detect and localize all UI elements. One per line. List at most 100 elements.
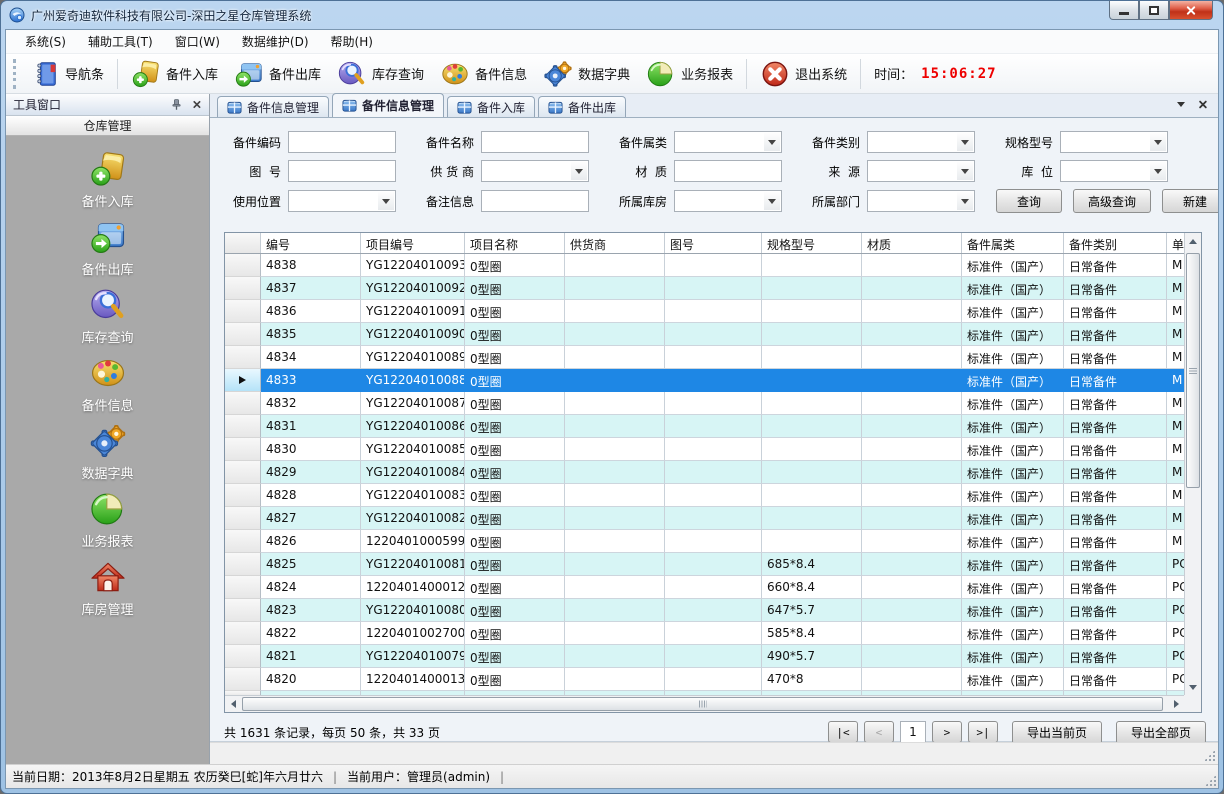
table-row[interactable]: 4833YG122040100880型圈标准件（国产）日常备件M (225, 369, 1202, 392)
table-row[interactable]: 4829YG122040100840型圈标准件（国产）日常备件M (225, 461, 1202, 484)
menu-item-0[interactable]: 系统(S) (14, 30, 77, 53)
row-selector-cell[interactable] (225, 277, 261, 300)
first-page-button[interactable]: |< (828, 721, 858, 743)
tab-3[interactable]: 备件出库 (538, 96, 626, 117)
new-button[interactable]: 新建 (1162, 189, 1219, 213)
tab-close-icon[interactable] (1198, 100, 1208, 110)
sidebar-item-stock-query[interactable]: 库存查询 (48, 286, 168, 354)
pin-icon[interactable] (170, 98, 183, 111)
close-button[interactable] (1169, 1, 1213, 20)
table-row[interactable]: 4838YG122040100930型圈标准件（国产）日常备件M (225, 254, 1202, 277)
resize-grip-icon[interactable] (1204, 750, 1215, 761)
toolbar-item-navbar[interactable]: 导航条 (22, 56, 112, 92)
last-page-button[interactable]: >| (968, 721, 998, 743)
maximize-button[interactable] (1139, 1, 1169, 20)
row-selector-cell[interactable] (225, 576, 261, 599)
toolbar-item-parts-out[interactable]: 备件出库 (226, 56, 329, 92)
scroll-up-icon[interactable] (1185, 233, 1201, 249)
spec-model-select[interactable] (1060, 131, 1168, 153)
row-selector-cell[interactable] (225, 346, 261, 369)
row-selector-cell[interactable] (225, 622, 261, 645)
export-all-pages-button[interactable]: 导出全部页 (1116, 721, 1206, 744)
tab-0[interactable]: 备件信息管理 (217, 96, 329, 117)
remark-input[interactable] (481, 190, 589, 212)
sidebar-close-icon[interactable] (192, 100, 201, 109)
table-row[interactable]: 4836YG122040100910型圈标准件（国产）日常备件M (225, 300, 1202, 323)
department-select[interactable] (867, 190, 975, 212)
row-selector-cell[interactable] (225, 599, 261, 622)
menu-item-4[interactable]: 帮助(H) (320, 30, 384, 53)
row-selector-cell[interactable] (225, 553, 261, 576)
toolbar-item-data-dict[interactable]: 数据字典 (535, 56, 638, 92)
column-header-4[interactable]: 图号 (665, 233, 762, 253)
tab-2[interactable]: 备件入库 (447, 96, 535, 117)
table-row[interactable]: 482012204014000130型圈470*8标准件（国产）日常备件PC (225, 668, 1202, 691)
warehouse-select[interactable] (674, 190, 782, 212)
row-selector-cell[interactable] (225, 645, 261, 668)
row-selector-cell[interactable] (225, 668, 261, 691)
menu-item-1[interactable]: 辅助工具(T) (77, 30, 164, 53)
prev-page-button[interactable]: < (864, 721, 894, 743)
row-selector-cell[interactable] (225, 369, 261, 392)
tab-list-icon[interactable] (1177, 102, 1185, 107)
table-row[interactable]: 4837YG122040100920型圈标准件（国产）日常备件M (225, 277, 1202, 300)
toolbar-item-stock-query[interactable]: 库存查询 (329, 56, 432, 92)
scroll-right-icon[interactable] (1168, 696, 1184, 712)
vertical-scroll-thumb[interactable] (1186, 253, 1200, 488)
column-header-2[interactable]: 项目名称 (465, 233, 565, 253)
table-row[interactable]: 4828YG122040100830型圈标准件（国产）日常备件M (225, 484, 1202, 507)
scroll-down-icon[interactable] (1185, 679, 1201, 695)
sidebar-item-warehouse[interactable]: 库房管理 (48, 558, 168, 626)
column-header-1[interactable]: 项目编号 (361, 233, 465, 253)
row-selector-cell[interactable] (225, 507, 261, 530)
part-category-select[interactable] (674, 131, 782, 153)
toolbar-item-exit[interactable]: 退出系统 (752, 56, 855, 92)
table-row[interactable]: 4831YG122040100860型圈标准件（国产）日常备件M (225, 415, 1202, 438)
row-selector-cell[interactable] (225, 392, 261, 415)
row-selector-cell[interactable] (225, 438, 261, 461)
minimize-button[interactable] (1109, 1, 1139, 20)
location-select[interactable] (1060, 160, 1168, 182)
column-header-0[interactable]: 编号 (261, 233, 361, 253)
table-row[interactable]: 4834YG122040100890型圈标准件（国产）日常备件M (225, 346, 1202, 369)
table-row[interactable]: 482612204010005990型圈标准件（国产）日常备件M (225, 530, 1202, 553)
sidebar-group-header[interactable]: 仓库管理 (6, 116, 209, 136)
tab-1-active[interactable]: 备件信息管理 (332, 93, 444, 117)
row-selector-cell[interactable] (225, 461, 261, 484)
table-row[interactable]: 4821YG122040100790型圈490*5.7标准件（国产）日常备件PC (225, 645, 1202, 668)
part-class-select[interactable] (867, 131, 975, 153)
table-row[interactable]: 4825YG122040100810型圈685*8.4标准件（国产）日常备件PC (225, 553, 1202, 576)
column-header-7[interactable]: 备件属类 (962, 233, 1064, 253)
toolbar-item-report[interactable]: 业务报表 (638, 56, 741, 92)
horizontal-scroll-thumb[interactable] (242, 697, 1163, 711)
table-row[interactable]: 4832YG122040100870型圈标准件（国产）日常备件M (225, 392, 1202, 415)
sidebar-item-parts-in[interactable]: 备件入库 (48, 150, 168, 218)
sidebar-item-data-dict[interactable]: 数据字典 (48, 422, 168, 490)
table-row[interactable]: 4827YG122040100820型圈标准件（国产）日常备件M (225, 507, 1202, 530)
menu-item-3[interactable]: 数据维护(D) (231, 30, 320, 53)
row-selector-cell[interactable] (225, 323, 261, 346)
scroll-left-icon[interactable] (225, 696, 241, 712)
vertical-scrollbar[interactable] (1184, 233, 1201, 695)
horizontal-scrollbar[interactable] (225, 695, 1184, 712)
table-row[interactable]: 4835YG122040100900型圈标准件（国产）日常备件M (225, 323, 1202, 346)
toolbar-item-parts-in[interactable]: 备件入库 (123, 56, 226, 92)
supplier-select[interactable] (481, 160, 589, 182)
row-selector-cell[interactable] (225, 484, 261, 507)
sidebar-item-parts-info[interactable]: 备件信息 (48, 354, 168, 422)
next-page-button[interactable]: > (932, 721, 962, 743)
source-select[interactable] (867, 160, 975, 182)
table-row[interactable]: 4823YG122040100800型圈647*5.7标准件（国产）日常备件PC (225, 599, 1202, 622)
part-code-input[interactable] (288, 131, 396, 153)
column-header-3[interactable]: 供货商 (565, 233, 665, 253)
row-selector-cell[interactable] (225, 530, 261, 553)
row-selector-cell[interactable] (225, 254, 261, 277)
column-header-6[interactable]: 材质 (862, 233, 962, 253)
advanced-query-button[interactable]: 高级查询 (1073, 189, 1151, 213)
sidebar-item-report[interactable]: 业务报表 (48, 490, 168, 558)
table-row[interactable]: 482212204010027000型圈585*8.4标准件（国产）日常备件PC (225, 622, 1202, 645)
use-position-select[interactable] (288, 190, 396, 212)
row-selector-cell[interactable] (225, 300, 261, 323)
column-header-8[interactable]: 备件类别 (1064, 233, 1167, 253)
menu-item-2[interactable]: 窗口(W) (164, 30, 231, 53)
